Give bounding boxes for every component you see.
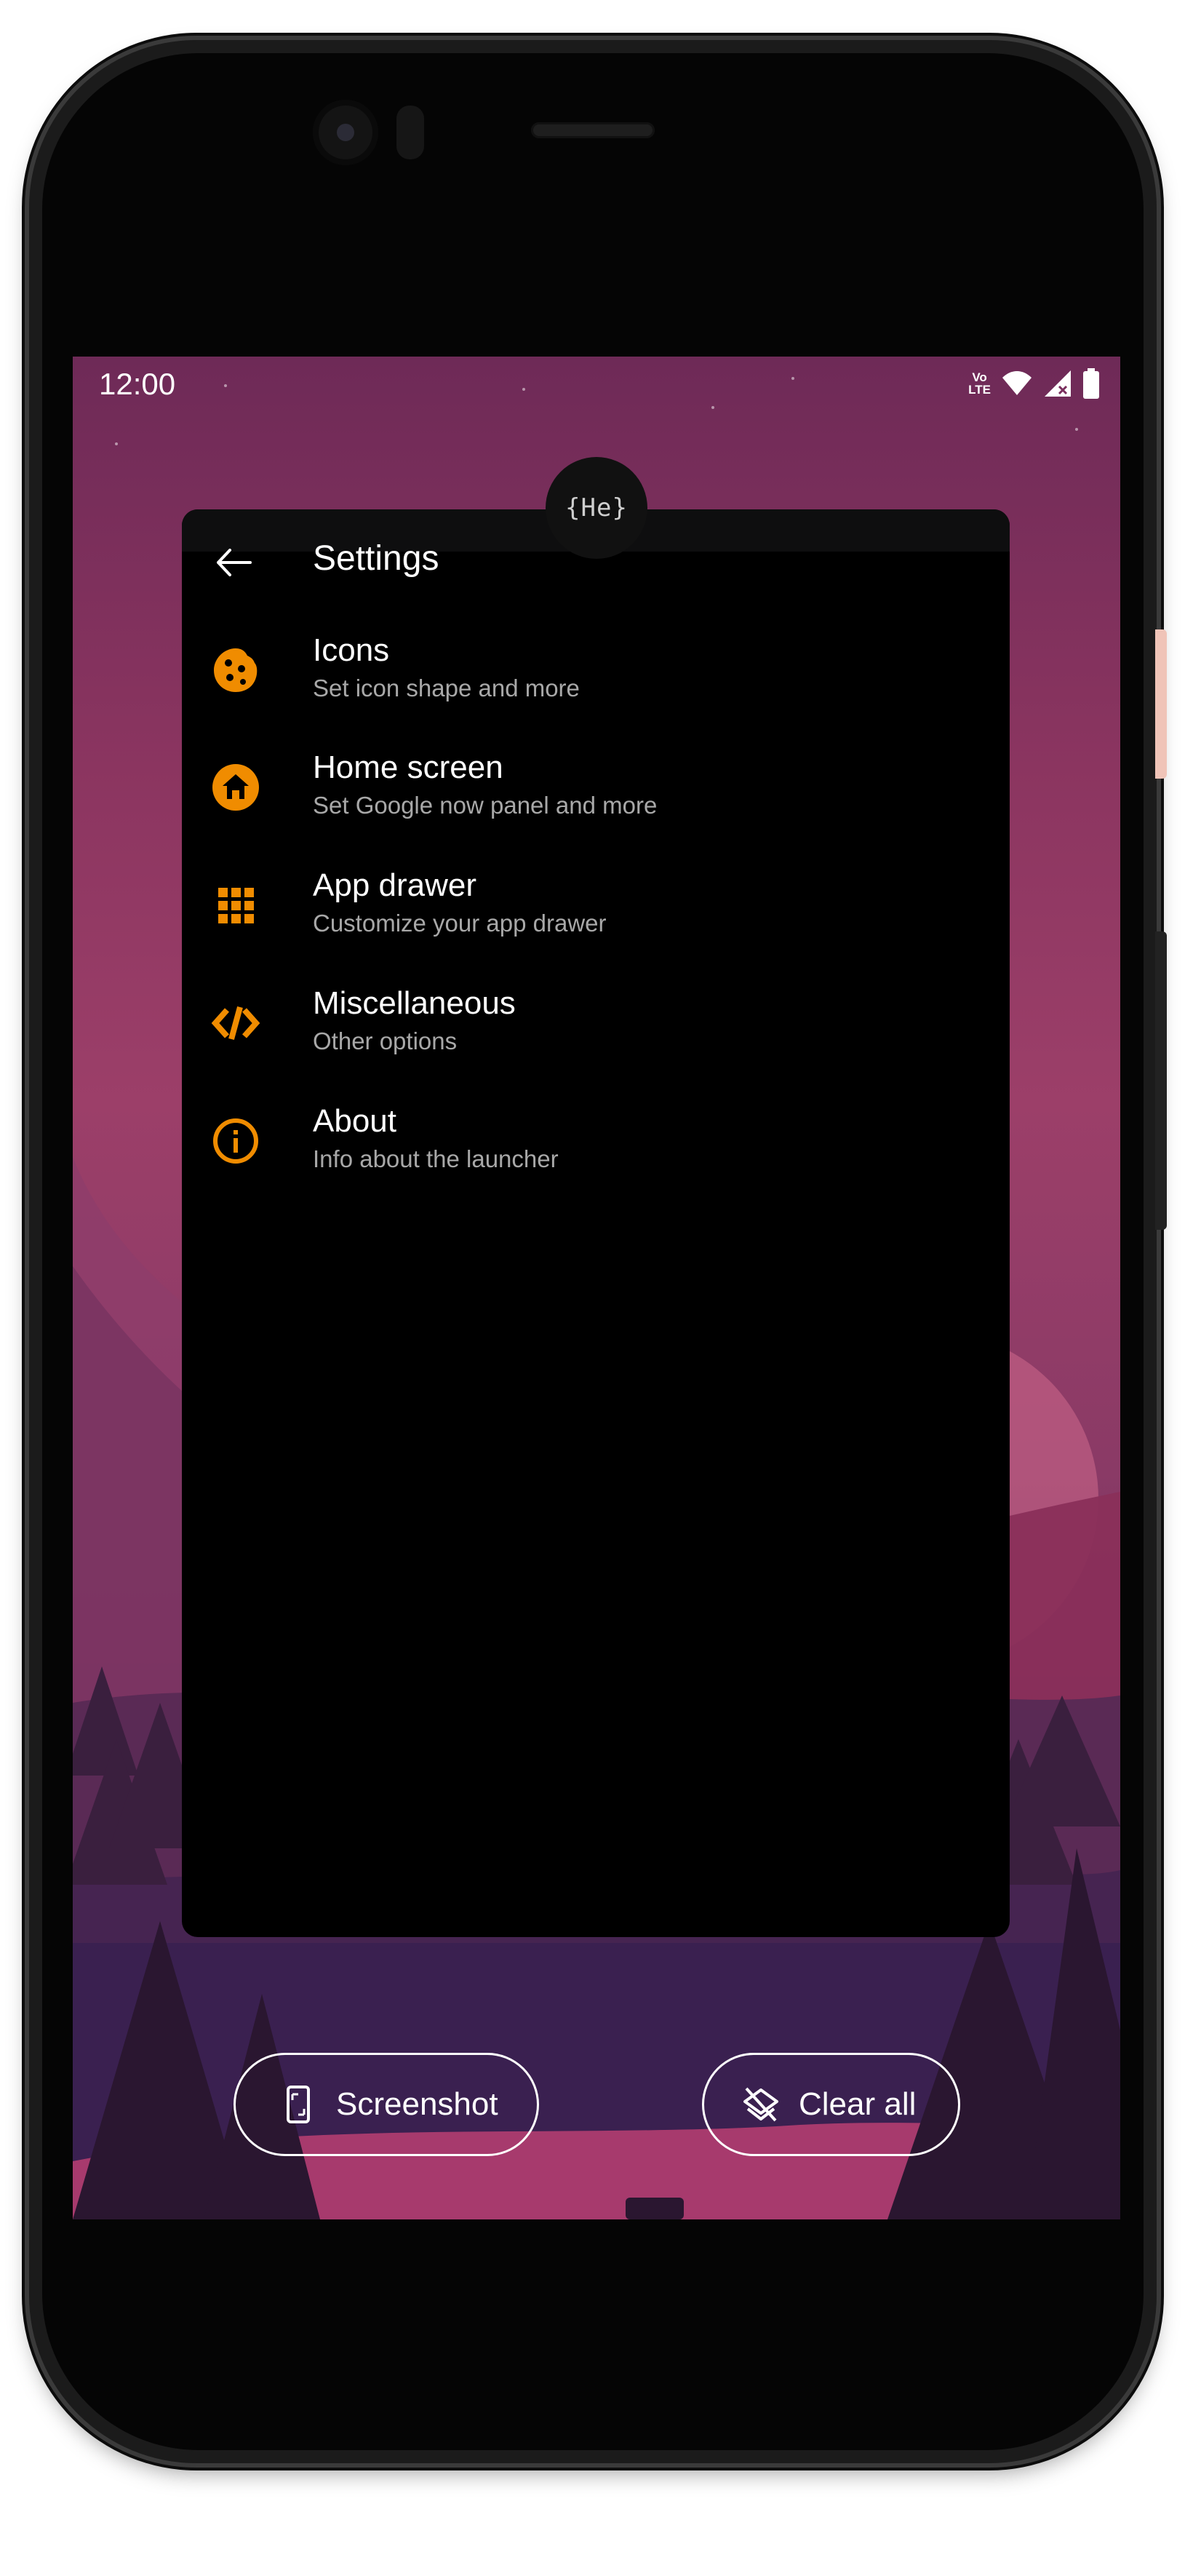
info-icon — [213, 1118, 258, 1164]
item-subtitle: Set Google now panel and more — [313, 792, 658, 819]
volte-icon: Vo LTE — [968, 370, 991, 397]
item-title: About — [313, 1103, 396, 1139]
power-button — [1155, 629, 1167, 779]
screenshot-icon — [287, 2086, 310, 2123]
status-icons: Vo LTE — [968, 368, 1100, 399]
item-title: App drawer — [313, 867, 477, 903]
status-time: 12:00 — [99, 367, 176, 401]
cookie-icon — [214, 648, 258, 692]
clear-all-icon — [743, 2087, 778, 2122]
recent-app-card[interactable]: Settings Icons Set icon shape and more H… — [182, 509, 1010, 1937]
screenshot-button[interactable]: Screenshot — [234, 2053, 539, 2156]
settings-item-miscellaneous[interactable]: Miscellaneous Other options — [182, 975, 1010, 1084]
wifi-icon — [1002, 371, 1032, 395]
page-title: Settings — [313, 539, 439, 578]
grid-icon — [218, 888, 254, 923]
settings-item-app-drawer[interactable]: App drawer Customize your app drawer — [182, 857, 1010, 966]
settings-item-home-screen[interactable]: Home screen Set Google now panel and mor… — [182, 739, 1010, 848]
settings-item-about[interactable]: About Info about the launcher — [182, 1093, 1010, 1202]
screenshot-label: Screenshot — [336, 2086, 498, 2122]
earpiece-speaker — [531, 122, 655, 138]
item-title: Miscellaneous — [313, 985, 516, 1021]
screen: 12:00 Vo LTE Settings Icons Set icon sha… — [73, 357, 1120, 2219]
volume-button — [1155, 931, 1167, 1230]
back-arrow-icon[interactable] — [212, 544, 256, 581]
signal-icon — [1045, 370, 1071, 397]
proximity-sensor — [396, 106, 424, 159]
front-camera — [313, 100, 378, 165]
item-subtitle: Customize your app drawer — [313, 910, 607, 937]
app-icon-badge[interactable]: {He} — [546, 457, 647, 559]
home-icon — [212, 764, 259, 811]
clear-all-label: Clear all — [799, 2086, 917, 2122]
item-title: Home screen — [313, 750, 503, 785]
code-icon — [211, 1006, 260, 1041]
item-subtitle: Set icon shape and more — [313, 675, 580, 701]
settings-item-icons[interactable]: Icons Set icon shape and more — [182, 622, 1010, 731]
battery-icon — [1083, 368, 1099, 399]
item-title: Icons — [313, 632, 390, 668]
item-subtitle: Info about the launcher — [313, 1145, 559, 1172]
clear-all-button[interactable]: Clear all — [702, 2053, 960, 2156]
item-subtitle: Other options — [313, 1027, 458, 1054]
